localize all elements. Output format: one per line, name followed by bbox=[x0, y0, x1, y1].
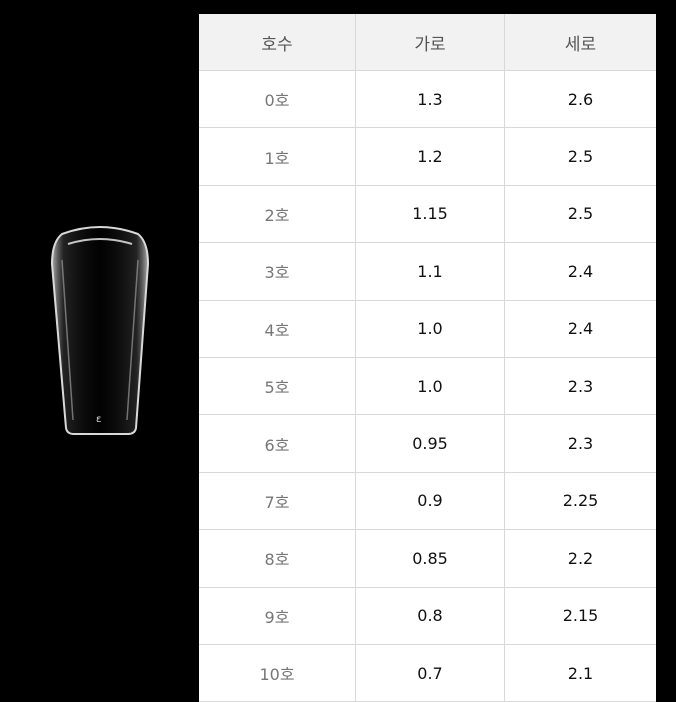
size-cell: 8호 bbox=[264, 550, 290, 570]
size-cell: 6호 bbox=[264, 435, 290, 455]
table-row: 7호 0.9 2.25 bbox=[199, 472, 656, 531]
table-header-row: 호수 가로 세로 bbox=[199, 14, 656, 71]
size-cell: 0호 bbox=[264, 91, 290, 111]
width-cell: 1.3 bbox=[355, 71, 504, 128]
width-cell: 0.85 bbox=[355, 530, 504, 587]
svg-text:ε: ε bbox=[96, 414, 101, 425]
length-cell: 2.15 bbox=[504, 587, 656, 644]
header-size: 호수 bbox=[261, 34, 293, 55]
size-cell: 5호 bbox=[264, 378, 290, 398]
width-cell: 0.95 bbox=[355, 415, 504, 472]
width-cell: 0.7 bbox=[355, 644, 504, 702]
width-cell: 1.0 bbox=[355, 357, 504, 415]
width-cell: 1.2 bbox=[355, 128, 504, 185]
table-row: 8호 0.85 2.2 bbox=[199, 530, 656, 588]
size-cell: 9호 bbox=[264, 607, 290, 627]
table-row: 6호 0.95 2.3 bbox=[199, 415, 656, 473]
header-length: 세로 bbox=[504, 14, 656, 70]
table-row: 2호 1.15 2.5 bbox=[199, 185, 656, 244]
width-cell: 1.15 bbox=[355, 185, 504, 243]
length-cell: 2.4 bbox=[504, 300, 656, 357]
size-cell: 3호 bbox=[264, 263, 290, 283]
length-cell: 2.2 bbox=[504, 530, 656, 587]
width-cell: 1.1 bbox=[355, 243, 504, 300]
width-cell: 1.0 bbox=[355, 300, 504, 357]
size-cell: 4호 bbox=[264, 320, 290, 340]
size-cell: 2호 bbox=[264, 205, 290, 225]
length-cell: 2.1 bbox=[504, 644, 656, 702]
length-cell: 2.5 bbox=[504, 128, 656, 185]
length-cell: 2.3 bbox=[504, 415, 656, 472]
size-cell: 1호 bbox=[264, 148, 290, 168]
table-row: 10호 0.7 2.1 bbox=[199, 644, 656, 702]
header-width: 가로 bbox=[355, 14, 504, 70]
size-cell: 7호 bbox=[264, 492, 290, 512]
width-cell: 0.8 bbox=[355, 587, 504, 644]
table-row: 3호 1.1 2.4 bbox=[199, 243, 656, 301]
table-row: 4호 1.0 2.4 bbox=[199, 300, 656, 358]
length-cell: 2.3 bbox=[504, 357, 656, 415]
table-row: 0호 1.3 2.6 bbox=[199, 71, 656, 129]
length-cell: 2.25 bbox=[504, 472, 656, 530]
table-row: 5호 1.0 2.3 bbox=[199, 357, 656, 416]
length-cell: 2.5 bbox=[504, 185, 656, 243]
length-cell: 2.4 bbox=[504, 243, 656, 300]
size-table: 호수 가로 세로 0호 1.3 2.6 1호 1.2 2.5 2호 1.15 2… bbox=[199, 14, 656, 702]
length-cell: 2.6 bbox=[504, 71, 656, 128]
nail-tip-image: ε bbox=[40, 220, 160, 450]
table-row: 9호 0.8 2.15 bbox=[199, 587, 656, 645]
width-cell: 0.9 bbox=[355, 472, 504, 530]
size-cell: 10호 bbox=[259, 665, 295, 685]
table-row: 1호 1.2 2.5 bbox=[199, 128, 656, 186]
